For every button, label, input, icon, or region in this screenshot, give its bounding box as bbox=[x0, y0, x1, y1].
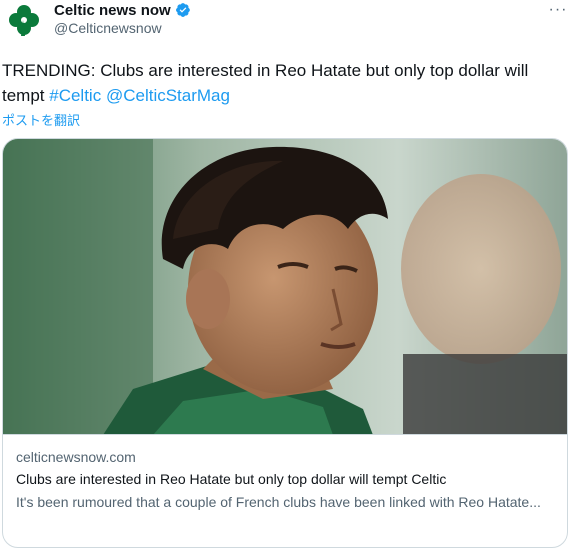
hashtag-link[interactable]: #Celtic bbox=[49, 86, 101, 105]
more-dots-icon[interactable]: ··· bbox=[548, 1, 568, 18]
player-photo bbox=[3, 139, 567, 434]
shamrock-icon bbox=[9, 5, 39, 36]
card-body: celticnewsnow.com Clubs are interested i… bbox=[16, 447, 556, 513]
card-image bbox=[3, 139, 567, 435]
tweet-header: Celtic news now @Celticnewsnow ··· bbox=[0, 0, 578, 52]
card-domain: celticnewsnow.com bbox=[16, 449, 136, 465]
card-description: It's been rumoured that a couple of Fren… bbox=[16, 494, 541, 510]
link-card[interactable]: celticnewsnow.com Clubs are interested i… bbox=[2, 138, 568, 548]
card-title: Clubs are interested in Reo Hatate but o… bbox=[16, 471, 447, 487]
mention-link[interactable]: @CelticStarMag bbox=[106, 86, 230, 105]
avatar[interactable] bbox=[6, 2, 42, 38]
display-name[interactable]: Celtic news now bbox=[54, 2, 171, 19]
handle[interactable]: @Celticnewsnow bbox=[54, 20, 162, 36]
name-row: Celtic news now bbox=[54, 0, 191, 20]
translate-post-link[interactable]: ポストを翻訳 bbox=[2, 110, 80, 129]
tweet-text: TRENDING: Clubs are interested in Reo Ha… bbox=[2, 58, 562, 108]
verified-badge-icon bbox=[175, 2, 191, 18]
